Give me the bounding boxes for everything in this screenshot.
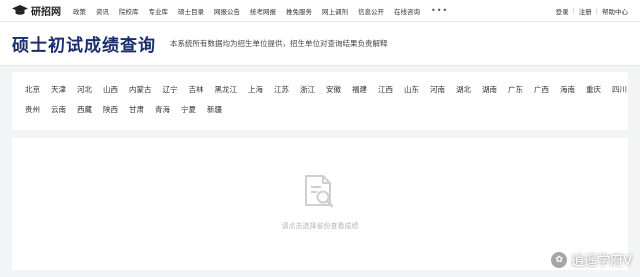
- logo-text: 研招网: [31, 7, 61, 18]
- region-option[interactable]: 福建: [352, 84, 367, 95]
- nav-item[interactable]: 硕士目录: [178, 6, 204, 16]
- more-menu-button[interactable]: •••: [431, 6, 448, 15]
- region-option[interactable]: 北京: [25, 84, 40, 95]
- region-option[interactable]: 云南: [51, 104, 66, 115]
- document-search-icon: [305, 175, 334, 208]
- region-option[interactable]: 湖南: [482, 84, 497, 95]
- region-option[interactable]: 安徽: [326, 84, 341, 95]
- region-option[interactable]: 宁夏: [181, 104, 196, 115]
- region-option[interactable]: 重庆: [586, 84, 601, 95]
- nav-item[interactable]: 院校库: [119, 6, 139, 16]
- watermark-text: 逍遥学府V: [571, 254, 632, 269]
- region-option[interactable]: 广东: [508, 84, 523, 95]
- page-header: 硕士初试成绩查询 本系统所有数据均为招生单位提供，招生单位对查询结果负责解释: [0, 22, 640, 66]
- region-option[interactable]: 西藏: [77, 104, 92, 115]
- page-title: 硕士初试成绩查询: [12, 36, 156, 56]
- region-option[interactable]: 甘肃: [129, 104, 144, 115]
- region-row: 贵州 云南 西藏 陕西 甘肃 青海 宁夏 新疆: [25, 99, 615, 119]
- help-center-link[interactable]: 帮助中心: [602, 6, 628, 16]
- nav-item[interactable]: 推免服务: [286, 6, 312, 16]
- region-option[interactable]: 吉林: [189, 84, 204, 95]
- nav-item[interactable]: 资讯: [96, 6, 109, 16]
- nav-item[interactable]: 信息公开: [358, 6, 384, 16]
- nav-item[interactable]: 政策: [73, 6, 86, 16]
- graduation-cap-icon: [12, 5, 28, 15]
- watermark-logo-icon: ✿: [551, 251, 568, 268]
- site-logo[interactable]: 研招网: [12, 3, 61, 18]
- region-option[interactable]: 内蒙古: [129, 84, 152, 95]
- region-option[interactable]: 辽宁: [163, 84, 178, 95]
- user-links: 登录 | 注册 | 帮助中心: [556, 6, 628, 16]
- region-option[interactable]: 黑龙江: [215, 84, 238, 95]
- nav-item[interactable]: 专业库: [149, 6, 169, 16]
- region-option[interactable]: 上海: [248, 84, 263, 95]
- nav-item[interactable]: 网报公告: [214, 6, 240, 16]
- register-link[interactable]: 注册: [579, 6, 592, 16]
- region-selector: 北京 天津 河北 山西 内蒙古 辽宁 吉林 黑龙江 上海 江苏 浙江 安徽 福建 江西 山东 河南 湖北 湖南 广东…: [12, 72, 628, 130]
- region-option[interactable]: 贵州: [25, 104, 40, 115]
- top-navigation: 研招网 政策 资讯 院校库 专业库 硕士目录 网报公告 统考网报 推免服务 网上调剂 信息公开 在线…: [0, 0, 640, 22]
- main-menu: 政策 资讯 院校库 专业库 硕士目录 网报公告 统考网报 推免服务 网上调剂 信息公开 在线咨询: [73, 6, 430, 16]
- region-option[interactable]: 陕西: [103, 104, 118, 115]
- nav-item[interactable]: 网上调剂: [322, 6, 348, 16]
- separator: |: [572, 6, 575, 15]
- region-option[interactable]: 山东: [404, 84, 419, 95]
- region-option[interactable]: 河南: [430, 84, 445, 95]
- region-option[interactable]: 江苏: [274, 84, 289, 95]
- region-option[interactable]: 海南: [560, 84, 575, 95]
- region-option[interactable]: 浙江: [300, 84, 315, 95]
- empty-state-text: 请点击选择省份查看成绩: [281, 222, 359, 230]
- region-option[interactable]: 江西: [378, 84, 393, 95]
- nav-item[interactable]: 统考网报: [250, 6, 276, 16]
- region-option[interactable]: 新疆: [207, 104, 222, 115]
- region-row: 北京 天津 河北 山西 内蒙古 辽宁 吉林 黑龙江 上海 江苏 浙江 安徽 福建 江西 山东 河南 湖北 湖南 广东…: [25, 79, 627, 99]
- region-option[interactable]: 山西: [103, 84, 118, 95]
- nav-item[interactable]: 在线咨询: [394, 6, 420, 16]
- login-link[interactable]: 登录: [556, 6, 569, 16]
- region-option[interactable]: 青海: [155, 104, 170, 115]
- region-option[interactable]: 湖北: [456, 84, 471, 95]
- separator: |: [595, 6, 598, 15]
- region-option[interactable]: 天津: [51, 84, 66, 95]
- watermark: ✿ 逍遥学府V: [551, 250, 632, 269]
- region-option[interactable]: 四川: [612, 84, 627, 95]
- page-description: 本系统所有数据均为招生单位提供，招生单位对查询结果负责解释: [170, 39, 388, 48]
- region-option[interactable]: 河北: [77, 84, 92, 95]
- region-option[interactable]: 广西: [534, 84, 549, 95]
